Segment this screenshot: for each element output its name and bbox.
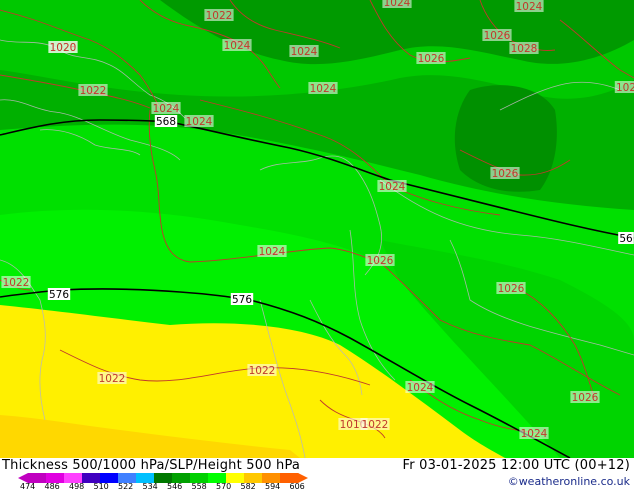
valid-datetime: Fr 03-01-2025 12:00 UTC (00+12) <box>402 458 630 473</box>
svg-text:1024: 1024 <box>224 40 251 52</box>
svg-text:1026: 1026 <box>498 283 525 295</box>
copyright-link[interactable]: ©weatheronline.co.uk <box>508 475 630 488</box>
svg-text:1022: 1022 <box>80 85 107 97</box>
svg-text:1024: 1024 <box>379 181 406 193</box>
svg-text:1024: 1024 <box>407 382 434 394</box>
svg-text:1024: 1024 <box>186 116 213 128</box>
pressure-label: 1028 <box>509 42 539 55</box>
pressure-label: 1026 <box>416 52 446 65</box>
pressure-label: 1024 <box>519 427 549 440</box>
pressure-label: 1024 <box>184 115 214 128</box>
svg-text:1024: 1024 <box>521 428 548 440</box>
pressure-label: 1026 <box>365 254 395 267</box>
pressure-label: 1022 <box>360 418 390 431</box>
svg-text:1022: 1022 <box>99 373 126 385</box>
pressure-label: 1022 <box>1 276 31 289</box>
svg-text:576: 576 <box>49 289 69 301</box>
pressure-label: 1026 <box>482 29 512 42</box>
svg-text:1024: 1024 <box>153 103 180 115</box>
svg-text:1026: 1026 <box>484 30 511 42</box>
svg-text:1024: 1024 <box>516 1 543 13</box>
pressure-label: 1026 <box>496 282 526 295</box>
svg-text:1028: 1028 <box>511 43 538 55</box>
svg-text:576: 576 <box>232 294 252 306</box>
pressure-label: 1024 <box>382 0 412 9</box>
pressure-label: 1026 <box>490 167 520 180</box>
pressure-label: 1020 <box>48 41 78 54</box>
svg-text:1020: 1020 <box>50 42 77 54</box>
svg-text:102: 102 <box>616 82 634 94</box>
pressure-label: 1022 <box>97 372 127 385</box>
pressure-label: 1022 <box>78 84 108 97</box>
height-label: 56 <box>618 232 634 245</box>
svg-text:1024: 1024 <box>310 83 337 95</box>
svg-text:1022: 1022 <box>249 365 276 377</box>
svg-text:1026: 1026 <box>367 255 394 267</box>
pressure-label: 1026 <box>570 391 600 404</box>
map-title: Thickness 500/1000 hPa/SLP/Height 500 hP… <box>2 458 301 473</box>
height-label: 568 <box>154 115 178 128</box>
pressure-label: 1022 <box>204 9 234 22</box>
svg-text:1026: 1026 <box>418 53 445 65</box>
map-footer: Thickness 500/1000 hPa/SLP/Height 500 hP… <box>0 458 634 491</box>
pressure-label: 1022 <box>247 364 277 377</box>
svg-text:1026: 1026 <box>572 392 599 404</box>
svg-text:1022: 1022 <box>206 10 233 22</box>
svg-text:1024: 1024 <box>291 46 318 58</box>
pressure-label: 1024 <box>222 39 252 52</box>
pressure-label: 1024 <box>289 45 319 58</box>
pressure-label: 1024 <box>151 102 181 115</box>
svg-text:1024: 1024 <box>384 0 411 9</box>
height-label: 576 <box>230 293 254 306</box>
svg-text:1026: 1026 <box>492 168 519 180</box>
pressure-label: 1024 <box>377 180 407 193</box>
weather-map: 1022102410241024102810261028102410261020… <box>0 0 634 458</box>
height-label: 576 <box>47 288 71 301</box>
svg-text:1022: 1022 <box>3 277 30 289</box>
pressure-label: 102 <box>614 81 634 94</box>
svg-text:1024: 1024 <box>259 246 286 258</box>
pressure-label: 1024 <box>405 381 435 394</box>
pressure-label: 1024 <box>257 245 287 258</box>
pressure-label: 1024 <box>308 82 338 95</box>
svg-text:56: 56 <box>619 233 633 245</box>
svg-text:1022: 1022 <box>362 419 389 431</box>
svg-text:568: 568 <box>156 116 176 128</box>
pressure-label: 1024 <box>514 0 544 13</box>
